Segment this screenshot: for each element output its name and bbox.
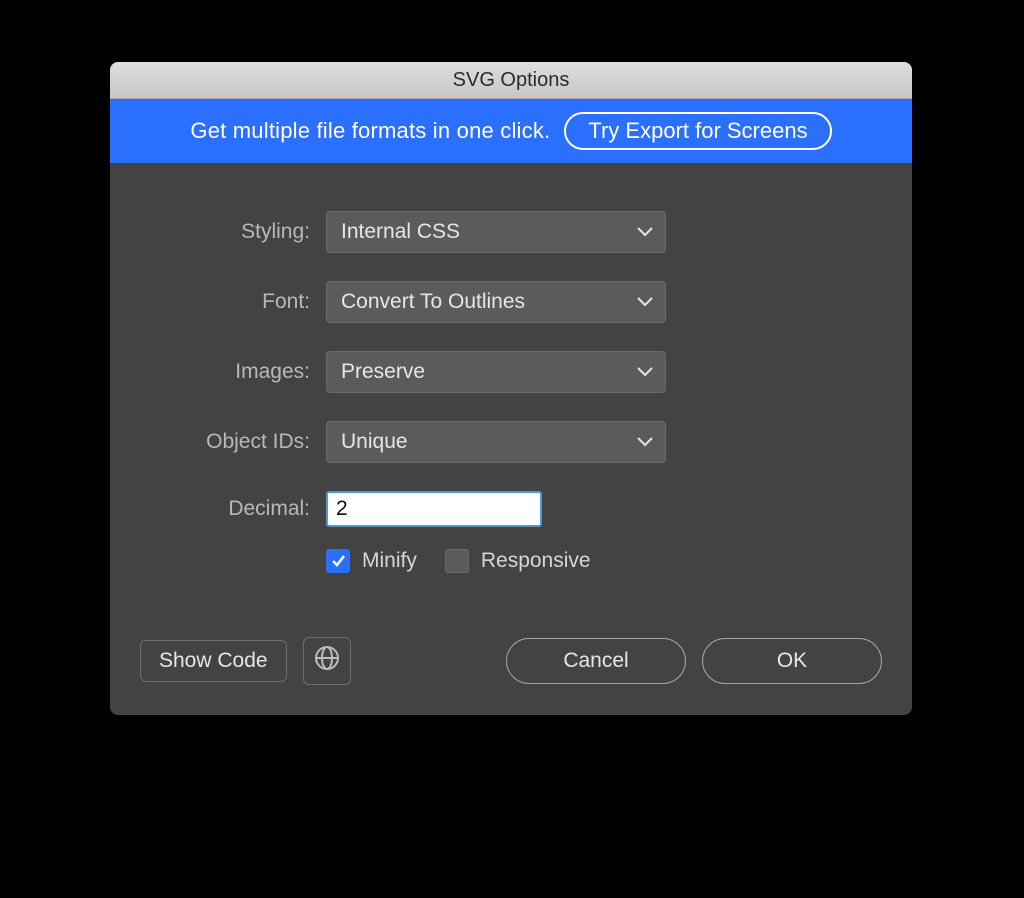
responsive-checkbox[interactable] bbox=[445, 549, 469, 573]
images-label: Images: bbox=[140, 360, 310, 384]
dialog-title: SVG Options bbox=[453, 69, 570, 92]
options-form: Styling: Internal CSS Font: Convert To O… bbox=[140, 211, 882, 573]
show-code-button[interactable]: Show Code bbox=[140, 640, 287, 682]
globe-icon bbox=[314, 645, 340, 677]
styling-label: Styling: bbox=[140, 220, 310, 244]
chevron-down-icon bbox=[637, 227, 653, 237]
font-value: Convert To Outlines bbox=[341, 290, 525, 314]
font-dropdown[interactable]: Convert To Outlines bbox=[326, 281, 666, 323]
object-ids-value: Unique bbox=[341, 430, 408, 454]
dialog-titlebar: SVG Options bbox=[110, 62, 912, 99]
styling-dropdown[interactable]: Internal CSS bbox=[326, 211, 666, 253]
object-ids-label: Object IDs: bbox=[140, 430, 310, 454]
images-dropdown[interactable]: Preserve bbox=[326, 351, 666, 393]
dialog-footer: Show Code Cancel OK bbox=[140, 637, 882, 685]
images-value: Preserve bbox=[341, 360, 425, 384]
responsive-label: Responsive bbox=[481, 549, 591, 573]
web-preview-button[interactable] bbox=[303, 637, 351, 685]
object-ids-dropdown[interactable]: Unique bbox=[326, 421, 666, 463]
chevron-down-icon bbox=[637, 297, 653, 307]
promo-banner: Get multiple file formats in one click. … bbox=[110, 99, 912, 163]
dialog-body: Styling: Internal CSS Font: Convert To O… bbox=[110, 163, 912, 715]
try-export-for-screens-button[interactable]: Try Export for Screens bbox=[564, 112, 831, 150]
ok-button[interactable]: OK bbox=[702, 638, 882, 684]
decimal-input[interactable] bbox=[326, 491, 542, 527]
styling-value: Internal CSS bbox=[341, 220, 460, 244]
decimal-label: Decimal: bbox=[140, 497, 310, 521]
chevron-down-icon bbox=[637, 437, 653, 447]
decimal-field-wrap bbox=[326, 491, 666, 527]
font-label: Font: bbox=[140, 290, 310, 314]
minify-label: Minify bbox=[362, 549, 417, 573]
chevron-down-icon bbox=[637, 367, 653, 377]
minify-checkbox[interactable] bbox=[326, 549, 350, 573]
banner-text: Get multiple file formats in one click. bbox=[190, 118, 550, 144]
cancel-button[interactable]: Cancel bbox=[506, 638, 686, 684]
checkbox-row: Minify Responsive bbox=[326, 549, 666, 573]
svg-options-dialog: SVG Options Get multiple file formats in… bbox=[110, 62, 912, 715]
